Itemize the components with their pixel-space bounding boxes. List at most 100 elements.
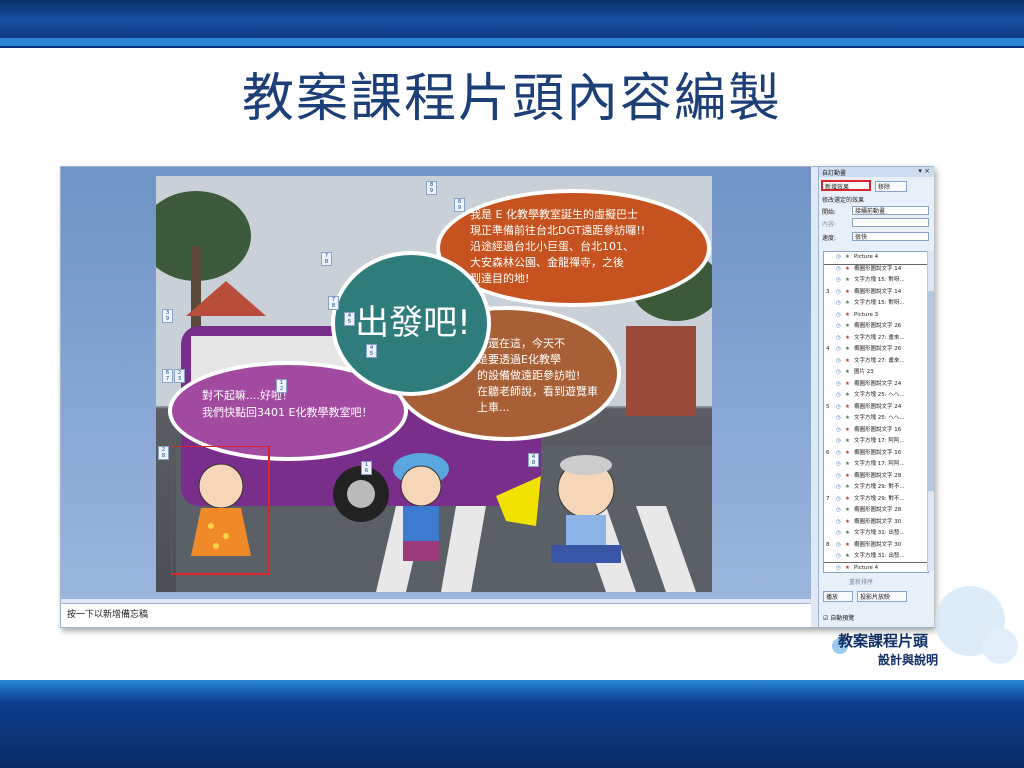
animation-list[interactable]: ◷ ★ Picture 4 ◷ ★ 橢圓形圖說文字 14 ◷ ★ 文字方塊 15: 對呀... 3… [823, 251, 929, 573]
notes-pane[interactable]: 按一下以新增備忘稿 [61, 603, 811, 627]
animation-list-item[interactable]: ◷ ★ 文字方塊 27: 畫來... [824, 356, 928, 368]
anim-tag: 45 [366, 344, 377, 358]
trigger-icon: ◷ [836, 472, 841, 479]
trigger-icon: ◷ [836, 426, 841, 433]
custom-animation-panel: 自訂動畫 ▾ × 新增效果 移除 修改選定的效果 開始: 接續前動畫 內容: 速… [818, 167, 934, 627]
effect-star-icon: ★ [845, 254, 850, 260]
effect-star-icon: ★ [845, 300, 850, 306]
effect-star-icon: ★ [845, 380, 850, 387]
animation-list-item[interactable]: 7 ◷ ★ 文字方塊 29: 對不... [824, 494, 928, 506]
effect-name: Picture 3 [854, 311, 879, 318]
animation-list-item[interactable]: ◷ ★ 橢圓形圖說文字 26 [824, 321, 928, 333]
effect-name: 文字方塊 31: 出發... [854, 553, 905, 559]
anim-tag: 23 [174, 369, 185, 383]
trigger-icon: ◷ [836, 288, 841, 295]
animation-list-item[interactable]: ◷ ★ 文字方塊 17: 阿阿... [824, 436, 928, 448]
animation-list-item[interactable]: ◷ ★ 文字方塊 17: 阿阿... [824, 459, 928, 471]
animation-list-item[interactable]: ◷ ★ 文字方塊 25: ヘヘ... [824, 413, 928, 425]
effect-name: Picture 4 [854, 564, 879, 571]
anim-tag: 89 [426, 181, 437, 195]
effect-name: 圖片 23 [854, 369, 874, 375]
animation-list-item[interactable]: ◷ ★ Picture 3 [824, 310, 928, 322]
animation-list-item[interactable]: ◷ ★ Picture 4 [824, 252, 928, 265]
trigger-icon: ◷ [836, 311, 841, 318]
effect-name: 文字方塊 15: 對呀... [854, 300, 905, 306]
property-select[interactable] [852, 218, 929, 227]
logo-line1: 教案課程片頭 [838, 632, 929, 650]
animation-list-item[interactable]: ◷ ★ 文字方塊 31: 出發... [824, 551, 928, 563]
animation-list-item[interactable]: ◷ ★ 文字方塊 29: 對不... [824, 482, 928, 494]
effect-star-icon: ★ [845, 415, 850, 421]
animation-list-item[interactable]: ◷ ★ 圖片 23 [824, 367, 928, 379]
effect-name: 橢圓形圖說文字 14 [854, 265, 902, 272]
effect-name: 文字方塊 25: ヘヘ... [854, 392, 905, 398]
effect-star-icon: ★ [845, 484, 850, 490]
effect-star-icon: ★ [845, 564, 850, 571]
effect-star-icon: ★ [845, 392, 850, 398]
effect-star-icon: ★ [845, 311, 850, 318]
anim-tag: 12 [276, 379, 287, 393]
speech-text-purple: 對不起嘛....好啦！ 我們快點回3401 E化教學教室吧！ [202, 389, 373, 419]
animation-list-item[interactable]: ◷ ★ 文字方塊 15: 對呀... [824, 275, 928, 287]
speech-text-brown: 麼還在這，今天不 是要透過E化教學 的設備做遠距參訪啦! 在聽老師說，看到遊覽車… [477, 337, 598, 414]
animation-list-item[interactable]: ◷ ★ 橢圓形圖說文字 24 [824, 379, 928, 391]
trigger-icon: ◷ [836, 541, 841, 548]
animation-list-item[interactable]: 4 ◷ ★ 橢圓形圖說文字 26 [824, 344, 928, 356]
effect-name: 橢圓形圖說文字 30 [854, 541, 902, 548]
animation-list-item[interactable]: ◷ ★ Picture 4 [824, 561, 928, 572]
order-number: 4 [826, 346, 830, 352]
effect-star-icon: ★ [845, 438, 850, 444]
animation-list-item[interactable]: 6 ◷ ★ 橢圓形圖說文字 16 [824, 448, 928, 460]
animation-list-item[interactable]: 5 ◷ ★ 橢圓形圖說文字 24 [824, 402, 928, 414]
effect-name: 橢圓形圖說文字 28 [854, 472, 902, 479]
remove-button[interactable]: 移除 [875, 181, 907, 192]
trigger-icon: ◷ [836, 507, 841, 513]
cartoon-grandpa[interactable] [541, 451, 636, 571]
cartoon-girl[interactable] [171, 446, 271, 576]
animation-list-item[interactable]: ◷ ★ 文字方塊 15: 對呀... [824, 298, 928, 310]
effect-star-icon: ★ [845, 472, 850, 479]
start-label: 開始: [822, 209, 837, 216]
order-number: 3 [826, 288, 830, 295]
slide-canvas[interactable]: 我是 E 化教學教室誕生的虛擬巴士 現正準備前往台北DGT遠距參訪囉!! 沿途經… [156, 176, 712, 592]
effect-name: 文字方塊 15: 對呀... [854, 277, 905, 283]
effect-star-icon: ★ [845, 346, 850, 352]
animation-list-scrollbar[interactable] [927, 251, 934, 571]
animation-list-item[interactable]: ◷ ★ 文字方塊 25: ヘヘ... [824, 390, 928, 402]
animation-list-item[interactable]: ◷ ★ 橢圓形圖說文字 16 [824, 425, 928, 437]
scroll-thumb[interactable] [928, 291, 934, 491]
cartoon-boy[interactable] [381, 451, 461, 571]
start-select[interactable]: 接續前動畫 [852, 206, 929, 215]
animation-list-item[interactable]: 3 ◷ ★ 橢圓形圖說文字 14 [824, 287, 928, 299]
animation-list-item[interactable]: ◷ ★ 文字方塊 27: 畫來... [824, 333, 928, 345]
effect-star-icon: ★ [845, 449, 850, 456]
animation-list-item[interactable]: 8 ◷ ★ 橢圓形圖說文字 30 [824, 540, 928, 552]
effect-name: 橢圓形圖說文字 24 [854, 380, 902, 387]
reorder-label[interactable]: 重新排序 [849, 577, 873, 586]
logo-line2: 設計與說明 [878, 653, 939, 667]
animation-list-item[interactable]: ◷ ★ 橢圓形圖說文字 28 [824, 505, 928, 517]
effect-name: 文字方塊 29: 對不... [854, 484, 905, 490]
animation-list-item[interactable]: ◷ ★ 橢圓形圖說文字 30 [824, 517, 928, 529]
speed-select[interactable]: 很快 [852, 232, 929, 241]
effect-star-icon: ★ [845, 265, 850, 272]
animation-list-item[interactable]: ◷ ★ 橢圓形圖說文字 28 [824, 471, 928, 483]
add-effect-button[interactable]: 新增效果 [821, 180, 871, 191]
trigger-icon: ◷ [836, 369, 841, 375]
speech-bubble-teal[interactable]: 出發吧! [331, 251, 491, 396]
property-label: 內容: [822, 221, 837, 228]
effect-name: 文字方塊 25: ヘヘ... [854, 415, 905, 421]
animation-list-item[interactable]: ◷ ★ 橢圓形圖說文字 14 [824, 264, 928, 276]
anim-tag: 89 [454, 198, 465, 212]
effect-star-icon: ★ [845, 277, 850, 283]
effect-name: 文字方塊 29: 對不... [854, 495, 905, 502]
trigger-icon: ◷ [836, 300, 841, 306]
order-number: 8 [826, 541, 830, 548]
animation-list-item[interactable]: ◷ ★ 文字方塊 31: 出發... [824, 528, 928, 540]
panel-close-icon[interactable]: ▾ × [918, 167, 930, 175]
trigger-icon: ◷ [836, 438, 841, 444]
trigger-icon: ◷ [836, 265, 841, 272]
effect-name: 文字方塊 27: 畫來... [854, 334, 905, 341]
trigger-icon: ◷ [836, 254, 841, 260]
effect-star-icon: ★ [845, 288, 850, 295]
